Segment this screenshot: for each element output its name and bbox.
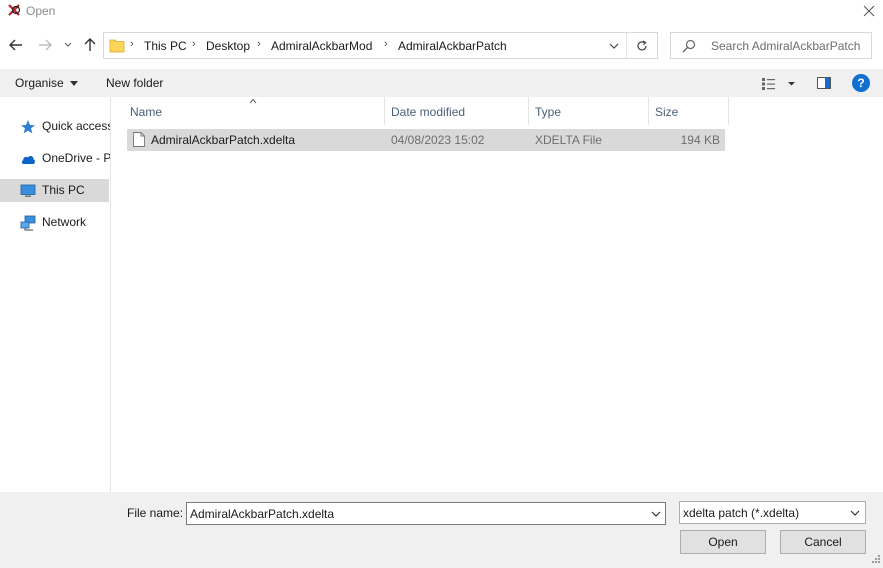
breadcrumb-admiralackbarpatch[interactable]: AdmiralAckbarPatch bbox=[398, 39, 507, 53]
refresh-icon bbox=[637, 39, 647, 50]
column-header-type[interactable]: Type bbox=[529, 97, 649, 125]
breadcrumb-separator-icon: › bbox=[192, 38, 196, 50]
recent-locations-button[interactable] bbox=[60, 34, 76, 56]
file-icon bbox=[133, 132, 145, 147]
sidebar-item-onedrive[interactable]: OneDrive - P bbox=[0, 147, 111, 170]
open-button[interactable]: Open bbox=[680, 530, 766, 554]
column-header-name[interactable]: Name bbox=[124, 97, 385, 125]
sidebar-item-label: Network bbox=[42, 215, 87, 229]
breadcrumb-this-pc[interactable]: This PC bbox=[144, 39, 187, 53]
resize-grip-icon[interactable] bbox=[871, 554, 881, 564]
organise-label: Organise bbox=[15, 76, 64, 90]
navigation-pane: Quick access OneDrive - P This PC Networ… bbox=[0, 97, 111, 492]
arrow-right-icon bbox=[39, 39, 52, 51]
breadcrumb-admiralackbarmod[interactable]: AdmiralAckbarMod bbox=[271, 39, 372, 53]
file-type-value: xdelta patch (*.xdelta) bbox=[683, 506, 800, 520]
column-header-label: Type bbox=[535, 105, 562, 119]
back-button[interactable] bbox=[6, 34, 26, 56]
preview-pane-button[interactable] bbox=[816, 75, 832, 91]
close-button[interactable] bbox=[858, 1, 880, 21]
file-type-select[interactable]: xdelta patch (*.xdelta) bbox=[679, 501, 866, 524]
file-name: AdmiralAckbarPatch.xdelta bbox=[151, 133, 296, 147]
address-history-button[interactable] bbox=[601, 33, 626, 58]
sidebar-item-quick-access[interactable]: Quick access bbox=[0, 115, 111, 138]
arrow-up-icon bbox=[84, 38, 96, 51]
file-type: XDELTA File bbox=[535, 133, 602, 147]
chevron-down-icon bbox=[609, 43, 618, 49]
file-name-field[interactable]: AdmiralAckbarPatch.xdelta bbox=[186, 502, 666, 525]
address-bar[interactable]: › This PC › Desktop › AdmiralAckbarMod ›… bbox=[103, 32, 658, 59]
cancel-button[interactable]: Cancel bbox=[780, 530, 866, 554]
new-folder-button[interactable]: New folder bbox=[106, 76, 163, 90]
arrow-left-icon bbox=[9, 39, 22, 51]
sidebar-item-label: This PC bbox=[42, 183, 85, 197]
view-list-icon bbox=[762, 78, 795, 90]
column-header-size[interactable]: Size bbox=[649, 97, 729, 125]
dialog-footer: File name: AdmiralAckbarPatch.xdelta xde… bbox=[0, 492, 883, 568]
close-icon bbox=[863, 5, 875, 17]
breadcrumb-desktop[interactable]: Desktop bbox=[206, 39, 250, 53]
column-header-date-modified[interactable]: Date modified bbox=[385, 97, 529, 125]
file-name-dropdown-button[interactable] bbox=[647, 503, 665, 524]
refresh-button[interactable] bbox=[626, 33, 657, 58]
star-icon bbox=[21, 120, 35, 134]
file-type-dropdown-button[interactable] bbox=[846, 502, 864, 523]
sidebar-item-this-pc[interactable]: This PC bbox=[0, 179, 109, 202]
window-title: Open bbox=[26, 4, 56, 18]
file-row[interactable]: AdmiralAckbarPatch.xdelta 04/08/2023 15:… bbox=[127, 129, 725, 151]
file-name-label: File name: bbox=[127, 506, 184, 520]
cloud-icon bbox=[21, 156, 35, 164]
breadcrumb-separator-icon: › bbox=[130, 38, 134, 50]
command-bar: Organise New folder ? bbox=[0, 69, 883, 97]
sidebar-item-label: Quick access bbox=[42, 119, 111, 133]
file-name-value: AdmiralAckbarPatch.xdelta bbox=[190, 507, 335, 521]
sidebar-item-network[interactable]: Network bbox=[0, 211, 109, 234]
title-bar: Open bbox=[0, 0, 883, 22]
help-button[interactable]: ? bbox=[852, 74, 870, 92]
network-icon bbox=[20, 215, 36, 231]
chevron-down-icon bbox=[64, 42, 72, 47]
sidebar-item-label: OneDrive - P bbox=[42, 151, 111, 165]
column-header-label: Name bbox=[130, 105, 163, 119]
organise-button[interactable]: Organise bbox=[15, 76, 78, 90]
breadcrumb-separator-icon: › bbox=[257, 38, 261, 50]
file-date-modified: 04/08/2023 15:02 bbox=[391, 133, 485, 147]
caret-down-icon bbox=[69, 81, 78, 87]
up-button[interactable] bbox=[80, 34, 100, 56]
column-header-label: Date modified bbox=[391, 105, 466, 119]
computer-icon bbox=[20, 184, 36, 197]
search-icon bbox=[682, 39, 696, 53]
chevron-down-icon bbox=[850, 510, 860, 516]
forward-button[interactable] bbox=[35, 34, 55, 56]
column-header-label: Size bbox=[655, 105, 679, 119]
search-input[interactable]: Search AdmiralAckbarPatch bbox=[670, 32, 872, 59]
breadcrumb-separator-icon: › bbox=[384, 38, 388, 50]
preview-pane-icon bbox=[817, 77, 831, 89]
search-placeholder: Search AdmiralAckbarPatch bbox=[711, 39, 861, 53]
file-size: 194 KB bbox=[680, 133, 720, 147]
file-list: Name Date modified Type Size AdmiralAckb… bbox=[111, 97, 883, 492]
app-icon bbox=[8, 4, 21, 16]
folder-icon bbox=[109, 39, 125, 53]
change-view-button[interactable] bbox=[760, 75, 800, 91]
chevron-down-icon bbox=[651, 511, 661, 517]
